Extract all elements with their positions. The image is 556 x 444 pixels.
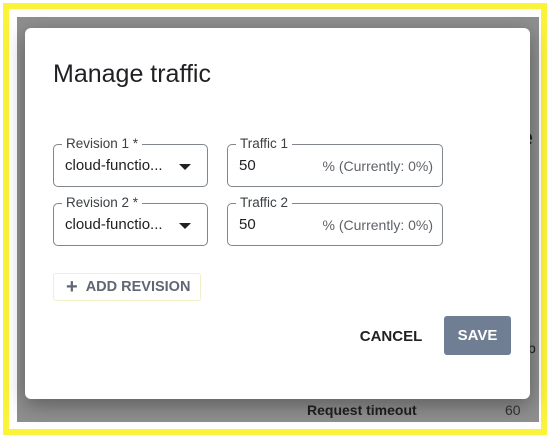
traffic-2-input[interactable]: Traffic 2 50 % (Currently: 0%): [227, 194, 443, 246]
traffic-2-suffix: % (Currently: 0%): [322, 217, 433, 233]
revision-2-select[interactable]: Revision 2 * cloud-functio...: [53, 194, 208, 246]
revision-1-value: cloud-functio...: [65, 157, 163, 174]
plus-icon: +: [66, 276, 78, 298]
revision-1-label: Revision 1 *: [62, 135, 143, 153]
add-revision-button[interactable]: + ADD REVISION: [53, 273, 201, 301]
traffic-1-suffix: % (Currently: 0%): [322, 158, 433, 174]
traffic-1-value: 50: [239, 157, 256, 174]
dropdown-arrow-icon: [179, 164, 191, 170]
revision-2-value: cloud-functio...: [65, 216, 163, 233]
save-button[interactable]: SAVE: [444, 316, 511, 355]
manage-traffic-dialog: Manage traffic Revision 1 * cloud-functi…: [25, 28, 530, 399]
dialog-title: Manage traffic: [53, 60, 211, 88]
request-timeout-label: Request timeout: [307, 402, 417, 418]
traffic-2-value: 50: [239, 216, 256, 233]
traffic-1-label: Traffic 1: [236, 135, 293, 153]
add-revision-label: ADD REVISION: [85, 279, 191, 295]
traffic-1-input[interactable]: Traffic 1 50 % (Currently: 0%): [227, 135, 443, 187]
cancel-button[interactable]: CANCEL: [351, 317, 431, 355]
revision-2-label: Revision 2 *: [62, 194, 143, 212]
revision-1-select[interactable]: Revision 1 * cloud-functio...: [53, 135, 208, 187]
request-timeout-value: 60 se: [505, 402, 521, 422]
dropdown-arrow-icon: [179, 223, 191, 229]
traffic-2-label: Traffic 2: [236, 194, 293, 212]
